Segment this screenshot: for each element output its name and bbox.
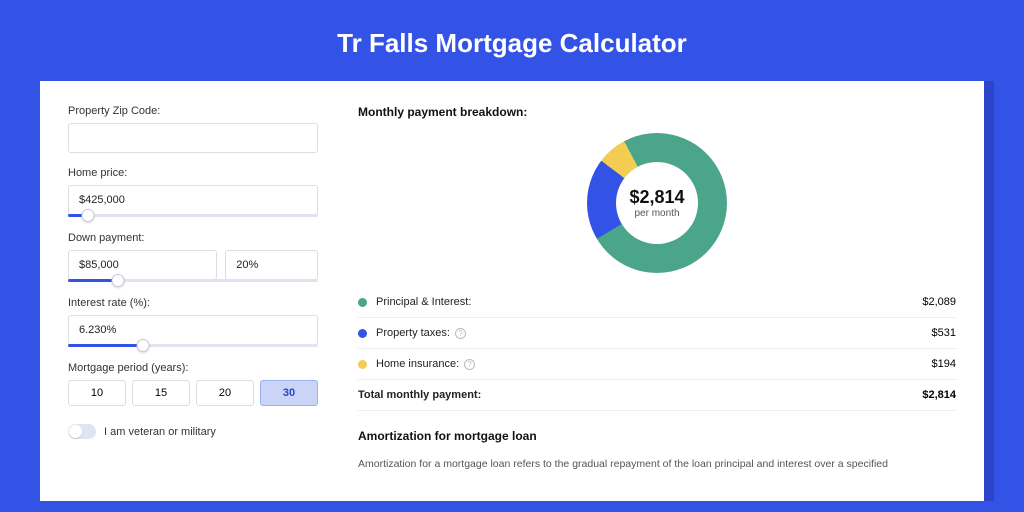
page-title: Tr Falls Mortgage Calculator (0, 0, 1024, 81)
info-icon[interactable]: ? (464, 359, 475, 370)
period-button-10[interactable]: 10 (68, 380, 126, 406)
breakdown-chart: $2,814 per month (587, 133, 727, 273)
legend-value: $2,089 (922, 296, 956, 308)
veteran-label: I am veteran or military (104, 426, 216, 438)
legend-row: Property taxes:?$531 (358, 318, 956, 349)
legend-total-label: Total monthly payment: (358, 389, 922, 401)
period-buttons: 10152030 (68, 380, 318, 406)
period-button-15[interactable]: 15 (132, 380, 190, 406)
legend-dot-icon (358, 360, 367, 369)
mortgage-period-field: Mortgage period (years): 10152030 (68, 362, 318, 406)
legend-dot-icon (358, 329, 367, 338)
down-payment-percent-input[interactable] (225, 250, 318, 280)
mortgage-period-label: Mortgage period (years): (68, 362, 318, 374)
legend-label: Principal & Interest: (376, 296, 922, 308)
amortization-section: Amortization for mortgage loan Amortizat… (358, 429, 956, 473)
breakdown-title: Monthly payment breakdown: (358, 105, 956, 119)
zip-label: Property Zip Code: (68, 105, 318, 117)
down-payment-field: Down payment: (68, 232, 318, 283)
breakdown-amount: $2,814 (629, 187, 684, 208)
down-payment-input[interactable] (68, 250, 217, 280)
interest-rate-label: Interest rate (%): (68, 297, 318, 309)
zip-input[interactable] (68, 123, 318, 153)
interest-rate-slider[interactable] (68, 344, 318, 348)
legend-row: Principal & Interest:$2,089 (358, 287, 956, 318)
calculator-card: Property Zip Code: Home price: Down paym… (40, 81, 984, 501)
interest-rate-field: Interest rate (%): (68, 297, 318, 348)
legend-total-value: $2,814 (922, 389, 956, 401)
info-icon[interactable]: ? (455, 328, 466, 339)
legend-value: $194 (932, 358, 956, 370)
interest-rate-input[interactable] (68, 315, 318, 345)
breakdown-sub: per month (634, 208, 679, 219)
amortization-title: Amortization for mortgage loan (358, 429, 956, 443)
form-panel: Property Zip Code: Home price: Down paym… (68, 105, 318, 473)
zip-field: Property Zip Code: (68, 105, 318, 153)
veteran-toggle[interactable] (68, 424, 96, 439)
home-price-label: Home price: (68, 167, 318, 179)
home-price-field: Home price: (68, 167, 318, 218)
legend-dot-icon (358, 298, 367, 307)
breakdown-legend: Principal & Interest:$2,089Property taxe… (358, 287, 956, 411)
legend-label: Property taxes:? (376, 327, 932, 339)
legend-row: Home insurance:?$194 (358, 349, 956, 380)
period-button-30[interactable]: 30 (260, 380, 318, 406)
breakdown-panel: Monthly payment breakdown: $2,814 per mo… (358, 105, 956, 473)
legend-total-row: Total monthly payment:$2,814 (358, 380, 956, 411)
legend-value: $531 (932, 327, 956, 339)
home-price-input[interactable] (68, 185, 318, 215)
period-button-20[interactable]: 20 (196, 380, 254, 406)
home-price-slider[interactable] (68, 214, 318, 218)
amortization-text: Amortization for a mortgage loan refers … (358, 457, 956, 473)
legend-label: Home insurance:? (376, 358, 932, 370)
down-payment-label: Down payment: (68, 232, 318, 244)
down-payment-slider[interactable] (68, 279, 318, 283)
veteran-toggle-row: I am veteran or military (68, 424, 318, 439)
